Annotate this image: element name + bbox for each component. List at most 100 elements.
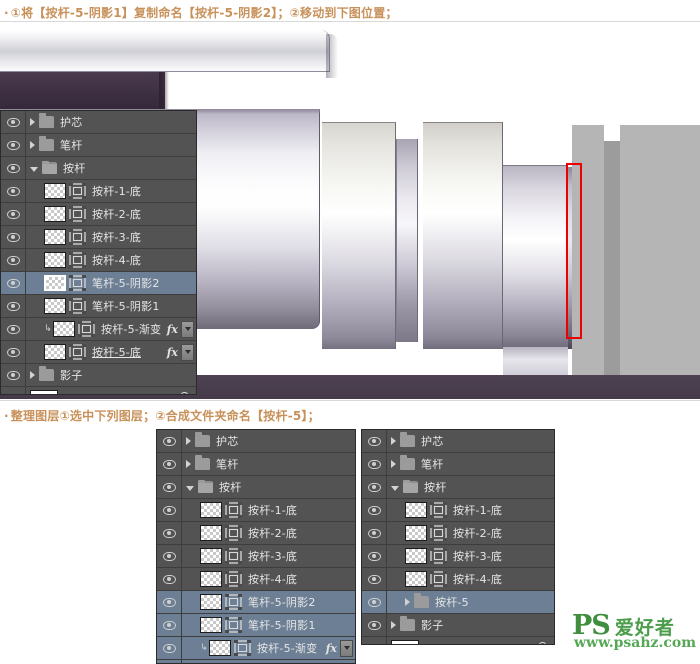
layer-visibility-toggle[interactable]	[1, 249, 26, 271]
layer-visibility-toggle[interactable]	[362, 637, 387, 644]
vector-mask-thumbnail[interactable]	[69, 206, 86, 222]
vector-mask-thumbnail[interactable]	[234, 640, 251, 656]
layer-row[interactable]: bg	[1, 387, 196, 394]
layer-thumbnail[interactable]	[44, 206, 66, 222]
layer-row[interactable]: ↳ 按杆-5-渐变 fx	[157, 637, 355, 660]
vector-mask-thumbnail[interactable]	[430, 502, 447, 518]
layer-visibility-toggle[interactable]	[1, 111, 26, 133]
layer-thumbnail[interactable]	[44, 344, 66, 360]
vector-mask-thumbnail[interactable]	[69, 275, 86, 291]
layer-row[interactable]: 按杆-1-底	[362, 499, 554, 522]
layer-visibility-toggle[interactable]	[362, 591, 387, 613]
layer-thumbnail[interactable]	[200, 594, 222, 610]
layer-visibility-toggle[interactable]	[1, 387, 26, 394]
layer-row[interactable]: 按杆-5-底 fx	[1, 341, 196, 364]
layer-row[interactable]: 按杆-4-底	[1, 249, 196, 272]
vector-mask-thumbnail[interactable]	[69, 344, 86, 360]
layer-thumbnail[interactable]	[200, 548, 222, 564]
layer-visibility-toggle[interactable]	[157, 545, 182, 567]
vector-mask-thumbnail[interactable]	[225, 502, 242, 518]
layer-row[interactable]: 按杆	[157, 476, 355, 499]
vector-mask-thumbnail[interactable]	[225, 548, 242, 564]
layer-visibility-toggle[interactable]	[362, 545, 387, 567]
layer-thumbnail[interactable]	[405, 525, 427, 541]
layer-thumbnail[interactable]	[200, 525, 222, 541]
vector-mask-thumbnail[interactable]	[225, 525, 242, 541]
layer-row[interactable]: 笔杆	[362, 453, 554, 476]
vector-mask-thumbnail[interactable]	[78, 321, 95, 337]
layer-row[interactable]: 护芯	[157, 430, 355, 453]
layer-visibility-toggle[interactable]	[362, 430, 387, 452]
vector-mask-thumbnail[interactable]	[225, 594, 242, 610]
layer-row[interactable]: 笔杆-5-阴影2	[157, 591, 355, 614]
chevron-right-icon[interactable]	[186, 437, 191, 445]
layer-effects-icon[interactable]: fx	[326, 642, 337, 655]
layer-row[interactable]: 影子	[1, 364, 196, 387]
layer-visibility-toggle[interactable]	[157, 476, 182, 498]
layer-row[interactable]: 按杆-2-底	[157, 522, 355, 545]
layer-visibility-toggle[interactable]	[1, 226, 26, 248]
layer-visibility-toggle[interactable]	[1, 157, 26, 179]
layer-row[interactable]: 影子	[362, 614, 554, 637]
layer-visibility-toggle[interactable]	[157, 660, 182, 663]
layer-thumbnail[interactable]	[30, 390, 58, 394]
layer-row[interactable]: 按杆-3-底	[362, 545, 554, 568]
vector-mask-thumbnail[interactable]	[225, 571, 242, 587]
layer-row[interactable]: 笔杆	[157, 453, 355, 476]
vector-mask-thumbnail[interactable]	[225, 617, 242, 633]
layer-visibility-toggle[interactable]	[362, 614, 387, 636]
layer-row[interactable]: 按杆-1-底	[157, 499, 355, 522]
layer-row[interactable]: 笔杆-5-阴影1	[157, 614, 355, 637]
layer-row[interactable]: 按杆-4-底	[157, 568, 355, 591]
layer-visibility-toggle[interactable]	[1, 203, 26, 225]
layer-thumbnail[interactable]	[209, 640, 231, 656]
layer-thumbnail[interactable]	[44, 229, 66, 245]
layer-row[interactable]: 笔杆-5-阴影2	[1, 272, 196, 295]
layer-visibility-toggle[interactable]	[1, 295, 26, 317]
layers-panel-after[interactable]: 护芯笔杆按杆按杆-1-底按杆-2-底按杆-3-底按杆-4-底按杆-5 影子 bg	[361, 429, 555, 645]
chevron-right-icon[interactable]	[30, 118, 35, 126]
layer-visibility-toggle[interactable]	[1, 364, 26, 386]
layer-thumbnail[interactable]	[200, 571, 222, 587]
layer-visibility-toggle[interactable]	[362, 568, 387, 590]
layers-panel-before[interactable]: 护芯 笔杆 按杆 按杆-1-底 按杆-2-底 按杆-3-底 按杆-4-底 笔杆-5-阴影2 笔杆…	[156, 429, 356, 664]
vector-mask-thumbnail[interactable]	[69, 229, 86, 245]
layer-thumbnail[interactable]	[44, 298, 66, 314]
layer-row[interactable]: 按杆	[362, 476, 554, 499]
effects-expand-button[interactable]	[181, 343, 194, 361]
layer-visibility-toggle[interactable]	[362, 453, 387, 475]
layer-thumbnail[interactable]	[200, 617, 222, 633]
layer-visibility-toggle[interactable]	[1, 134, 26, 156]
layer-effects-icon[interactable]: fx	[167, 323, 178, 336]
layer-visibility-toggle[interactable]	[157, 591, 182, 613]
chevron-right-icon[interactable]	[186, 460, 191, 468]
layer-row[interactable]: 护芯	[1, 111, 196, 134]
layer-thumbnail[interactable]	[200, 502, 222, 518]
layer-thumbnail[interactable]	[44, 252, 66, 268]
layer-visibility-toggle[interactable]	[1, 272, 26, 294]
layer-thumbnail[interactable]	[405, 571, 427, 587]
layer-visibility-toggle[interactable]	[157, 453, 182, 475]
chevron-right-icon[interactable]	[391, 460, 396, 468]
layer-row[interactable]: ↳ 按杆-5-渐变 fx	[1, 318, 196, 341]
layer-visibility-toggle[interactable]	[362, 522, 387, 544]
layer-row[interactable]: 按杆-4-底	[362, 568, 554, 591]
chevron-right-icon[interactable]	[30, 141, 35, 149]
layer-row[interactable]: 按杆-3-底	[1, 226, 196, 249]
layer-row[interactable]: 按杆	[1, 157, 196, 180]
layer-row[interactable]: 按杆-3-底	[157, 545, 355, 568]
chevron-right-icon[interactable]	[391, 621, 396, 629]
layer-row[interactable]: 笔杆-5-阴影1	[1, 295, 196, 318]
layer-visibility-toggle[interactable]	[157, 568, 182, 590]
layer-row[interactable]: bg	[362, 637, 554, 644]
layer-effects-icon[interactable]: fx	[167, 346, 178, 359]
layer-visibility-toggle[interactable]	[1, 318, 26, 340]
layer-visibility-toggle[interactable]	[157, 499, 182, 521]
vector-mask-thumbnail[interactable]	[430, 548, 447, 564]
layer-visibility-toggle[interactable]	[362, 499, 387, 521]
layer-row[interactable]: 按杆-2-底	[1, 203, 196, 226]
chevron-down-icon[interactable]	[186, 485, 194, 491]
layer-visibility-toggle[interactable]	[157, 637, 182, 659]
layer-visibility-toggle[interactable]	[157, 614, 182, 636]
layer-visibility-toggle[interactable]	[362, 476, 387, 498]
